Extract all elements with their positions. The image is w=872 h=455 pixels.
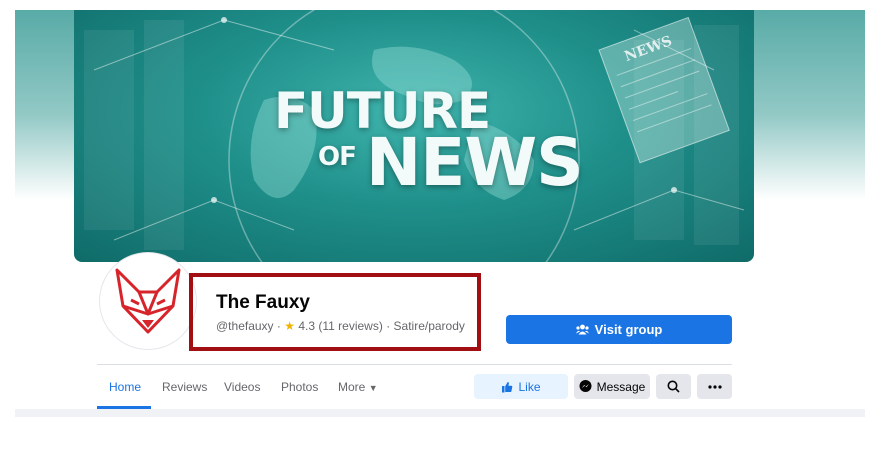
group-icon [575, 324, 589, 335]
fox-logo-icon [115, 268, 181, 334]
profile-avatar[interactable] [100, 253, 196, 349]
page-handle[interactable]: @thefauxy [216, 319, 274, 333]
reviews-count[interactable]: (11 reviews) [318, 319, 382, 333]
ellipsis-icon [707, 384, 722, 389]
more-options-button[interactable] [697, 374, 732, 399]
cover-title-news: NEWS [366, 124, 584, 201]
tab-home[interactable]: Home [109, 380, 141, 394]
page-title: The Fauxy [216, 292, 310, 313]
page-bottom-band [15, 409, 865, 417]
meta-separator: · [386, 319, 391, 333]
tab-videos[interactable]: Videos [224, 380, 260, 394]
search-icon [667, 380, 680, 393]
cover-photo[interactable]: NEWS FUTURE OF NEWS [74, 10, 754, 262]
star-icon: ★ [284, 319, 295, 333]
like-label: Like [518, 379, 541, 394]
like-button[interactable]: Like [474, 374, 568, 399]
page-meta: @thefauxy · ★ 4.3 (11 reviews) · Satire/… [216, 319, 465, 333]
cover-title-of: OF [318, 142, 357, 172]
tab-more-label: More [338, 380, 366, 394]
visit-group-button[interactable]: Visit group [506, 315, 732, 344]
tab-more[interactable]: More ▼ [338, 380, 378, 394]
tab-reviews[interactable]: Reviews [162, 380, 207, 394]
thumbs-up-icon [502, 381, 513, 392]
message-label: Message [596, 379, 646, 394]
page-category[interactable]: Satire/parody [394, 319, 465, 333]
rating-value[interactable]: 4.3 [298, 319, 315, 333]
tab-photos[interactable]: Photos [281, 380, 318, 394]
message-button[interactable]: Message [574, 374, 650, 399]
meta-separator: · [276, 319, 281, 333]
search-button[interactable] [656, 374, 691, 399]
visit-group-label: Visit group [594, 322, 663, 337]
messenger-icon [579, 380, 592, 392]
tabs-divider [97, 364, 732, 365]
chevron-down-icon: ▼ [368, 383, 378, 393]
